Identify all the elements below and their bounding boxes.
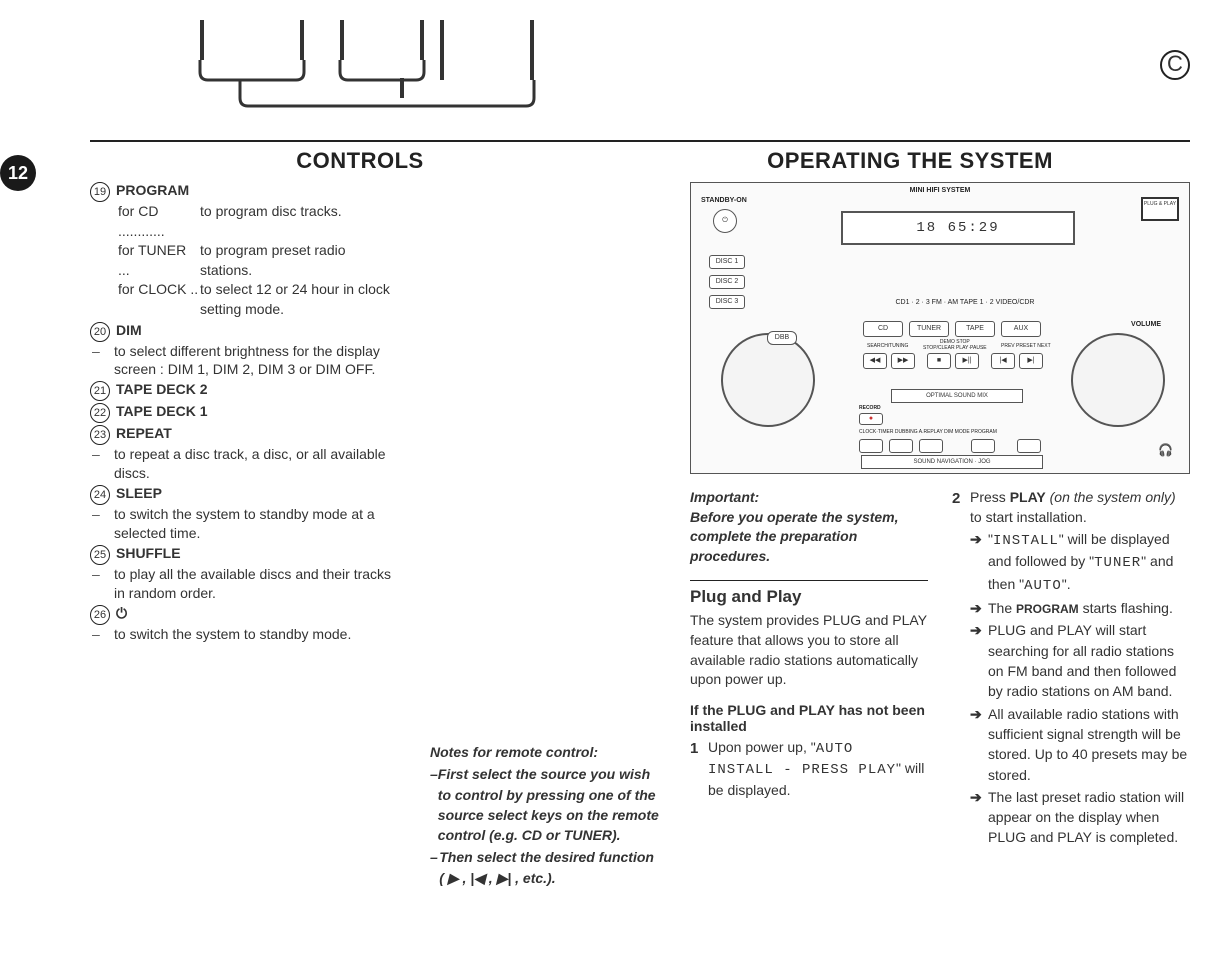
notes-column: Notes for remote control: –First select … (430, 182, 690, 888)
preset-prev-button: |◀ (991, 353, 1015, 369)
control-title-power: ⏻ (116, 605, 127, 622)
control-num-19: 19 (90, 182, 110, 202)
sound-nav-jog: SOUND NAVIGATION · JOG (861, 455, 1043, 469)
headphone-icon: 🎧 (1158, 443, 1173, 457)
plug-play-badge: PLUG & PLAY (1141, 197, 1179, 221)
controls-column: 19 PROGRAM for CD ............to program… (90, 182, 430, 888)
control-num-24: 24 (90, 485, 110, 505)
control-num-25: 25 (90, 545, 110, 565)
control-title-repeat: REPEAT (116, 425, 172, 441)
control-num-23: 23 (90, 425, 110, 445)
control-num-20: 20 (90, 322, 110, 342)
control-num-21: 21 (90, 381, 110, 401)
tuner-button: TUNER (909, 321, 949, 337)
result-store: All available radio stations with suffic… (988, 704, 1190, 785)
page-number: 12 (0, 155, 36, 191)
control-num-26: 26 (90, 605, 110, 625)
dsc-knob (721, 333, 815, 427)
search-next-button: ▶▶ (891, 353, 915, 369)
result-last-preset: The last preset radio station will appea… (988, 787, 1190, 848)
control-title-sleep: SLEEP (116, 485, 162, 501)
device-display: 18 65:29 (841, 211, 1075, 245)
result-program-flash: The PROGRAM starts flashing. (988, 598, 1190, 618)
dbb-button: DBB (767, 331, 797, 345)
record-button: ● (859, 413, 883, 425)
notes-head: Notes for remote control: (430, 742, 660, 762)
pnp-not-installed-heading: If the PLUG and PLAY has not been instal… (690, 702, 928, 734)
step-1: Upon power up, "AUTO INSTALL - PRESS PLA… (708, 738, 928, 801)
search-prev-button: ◀◀ (863, 353, 887, 369)
result-search: PLUG and PLAY will start searching for a… (988, 620, 1190, 701)
plug-and-play-desc: The system provides PLUG and PLAY featur… (690, 611, 928, 689)
plug-and-play-heading: Plug and Play (690, 587, 928, 607)
play-pause-button: ▶|| (955, 353, 979, 369)
controls-heading: CONTROLS (90, 148, 630, 174)
aux-button: AUX (1001, 321, 1041, 337)
volume-knob (1071, 333, 1165, 427)
control-title-dim: DIM (116, 322, 142, 338)
cd-button: CD (863, 321, 903, 337)
control-title-tape1: TAPE DECK 1 (116, 403, 208, 419)
control-title-tape2: TAPE DECK 2 (116, 381, 208, 397)
control-title-program: PROGRAM (116, 182, 189, 198)
standby-icon: ⏻ (713, 209, 737, 233)
tape-button: TAPE (955, 321, 995, 337)
step-2: Press PLAY (on the system only) to start… (970, 488, 1190, 527)
control-title-shuffle: SHUFFLE (116, 545, 181, 561)
diagram-label-c: C (1160, 50, 1190, 80)
disc1-button: DISC 1 (709, 255, 745, 269)
optimal-sound-mix: OPTIMAL SOUND MIX (891, 389, 1023, 403)
result-install: "INSTALL" will be displayed and followed… (988, 529, 1190, 596)
top-diagram: C (200, 20, 1190, 110)
disc3-button: DISC 3 (709, 295, 745, 309)
disc2-button: DISC 2 (709, 275, 745, 289)
preset-next-button: ▶| (1019, 353, 1043, 369)
stop-button: ■ (927, 353, 951, 369)
control-num-22: 22 (90, 403, 110, 423)
device-illustration: MINI HIFI SYSTEM STANDBY-ON ⏻ PLUG & PLA… (690, 182, 1190, 474)
important-note: Important: Before you operate the system… (690, 488, 928, 566)
operating-heading: OPERATING THE SYSTEM (630, 148, 1190, 174)
